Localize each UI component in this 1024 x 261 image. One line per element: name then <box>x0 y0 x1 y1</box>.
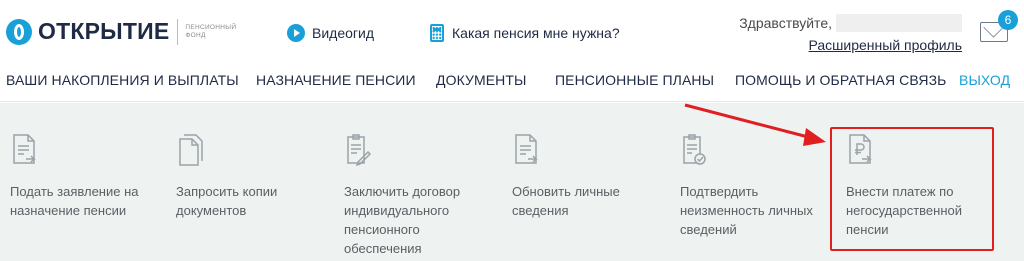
nav-item-help[interactable]: ПОМОЩЬ И ОБРАТНАЯ СВЯЗЬ <box>735 72 946 88</box>
action-request-document-copies[interactable]: Запросить копии документов <box>176 133 326 220</box>
extended-profile-link[interactable]: Расширенный профиль <box>809 37 962 53</box>
header: ОТКРЫТИЕ ПЕНСИОННЫЙ ФОНД Видеогид Какая … <box>0 0 1024 64</box>
document-check-icon <box>683 134 706 165</box>
video-guide-label: Видеогид <box>312 25 374 41</box>
document-arrow-icon <box>515 134 538 164</box>
document-arrow-icon <box>13 134 36 164</box>
nav-item-exit[interactable]: ВЫХОД <box>959 72 1010 88</box>
nav-item-savings[interactable]: ВАШИ НАКОПЛЕНИЯ И ВЫПЛАТЫ <box>6 72 239 88</box>
pension-calculator-link[interactable]: Какая пенсия мне нужна? <box>430 24 620 42</box>
play-icon <box>287 24 305 42</box>
nav-item-pension-plans[interactable]: ПЕНСИОННЫЕ ПЛАНЫ <box>555 72 714 88</box>
highlight-box <box>830 127 994 251</box>
brand-subtitle: ПЕНСИОННЫЙ ФОНД <box>185 24 236 40</box>
pension-calculator-label: Какая пенсия мне нужна? <box>452 25 620 41</box>
action-confirm-personal-data[interactable]: Подтвердить неизменность личных сведений <box>680 133 830 239</box>
brand-name: ОТКРЫТИЕ <box>38 18 170 44</box>
brand-logo[interactable]: ОТКРЫТИЕ ПЕНСИОННЫЙ ФОНД <box>6 18 236 45</box>
brand-subtitle-line1: ПЕНСИОННЫЙ <box>185 23 237 31</box>
user-name-redacted <box>836 14 962 32</box>
action-label: Обновить личные сведения <box>512 184 620 218</box>
action-label: Запросить копии документов <box>176 184 278 218</box>
video-guide-link[interactable]: Видеогид <box>287 24 374 42</box>
logo-divider <box>177 18 179 45</box>
greeting: Здравствуйте, <box>739 14 962 32</box>
action-label: Подтвердить неизменность личных сведений <box>680 184 813 237</box>
documents-copy-icon <box>179 134 203 166</box>
nav-item-documents[interactable]: ДОКУМЕНТЫ <box>436 72 527 88</box>
nav-item-pension-assignment[interactable]: НАЗНАЧЕНИЕ ПЕНСИИ <box>256 72 416 88</box>
action-label: Заключить договор индивидуального пенсио… <box>344 184 461 256</box>
main-nav: ВАШИ НАКОПЛЕНИЯ И ВЫПЛАТЫ НАЗНАЧЕНИЕ ПЕН… <box>0 64 1024 102</box>
action-sign-ipo-contract[interactable]: Заключить договор индивидуального пенсио… <box>344 133 494 258</box>
contract-pen-icon <box>347 134 372 167</box>
action-label: Подать заявление на назначение пенсии <box>10 184 139 218</box>
brand-subtitle-line2: ФОНД <box>185 31 206 39</box>
logo-icon <box>6 18 32 45</box>
action-submit-pension-application[interactable]: Подать заявление на назначение пенсии <box>10 133 160 220</box>
messages-badge[interactable]: 6 <box>998 10 1018 30</box>
calculator-icon <box>430 24 444 42</box>
greeting-text: Здравствуйте, <box>739 15 832 31</box>
action-update-personal-data[interactable]: Обновить личные сведения <box>512 133 662 220</box>
